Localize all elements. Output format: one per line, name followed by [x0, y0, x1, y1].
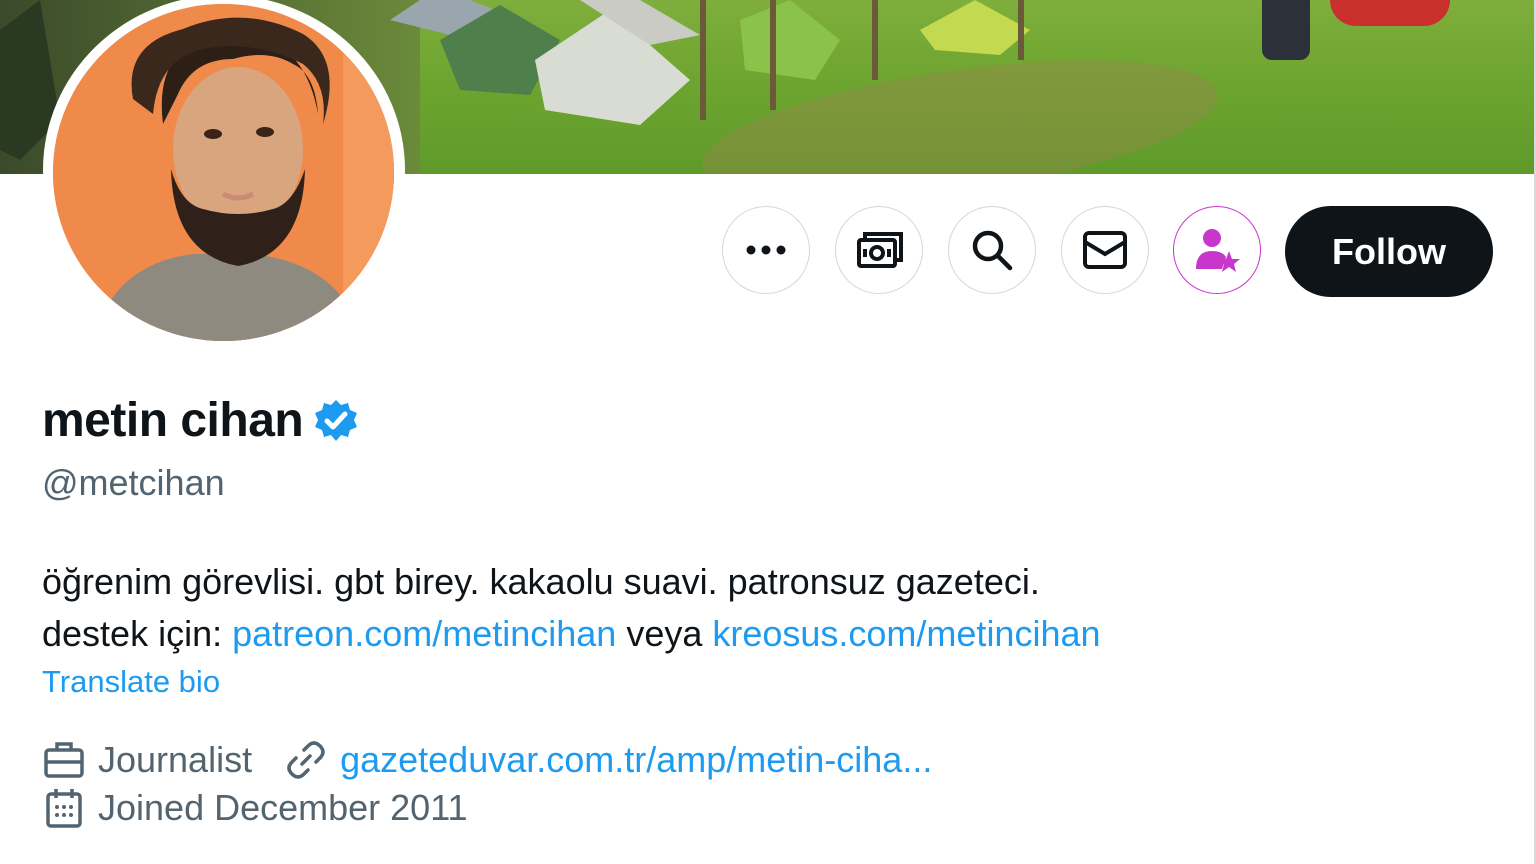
more-button[interactable] — [722, 206, 810, 294]
avatar-image — [53, 4, 394, 341]
avatar[interactable] — [53, 4, 394, 341]
kreosus-link[interactable]: kreosus.com/metincihan — [712, 613, 1100, 654]
profile-name-row: metin cihan — [42, 393, 359, 448]
website-link[interactable]: gazeteduvar.com.tr/amp/metin-ciha... — [340, 739, 932, 781]
translate-bio-link[interactable]: Translate bio — [42, 664, 220, 700]
verified-badge-icon — [315, 399, 358, 441]
subscribe-person-star-icon — [1196, 229, 1240, 272]
bio-line-1: öğrenim görevlisi. gbt birey. kakaolu su… — [42, 561, 1040, 602]
link-icon — [284, 738, 328, 782]
tip-button[interactable] — [835, 206, 923, 294]
briefcase-icon — [42, 738, 86, 782]
mail-icon — [1083, 231, 1127, 269]
bio-conjunction: veya — [616, 613, 713, 654]
more-icon — [746, 245, 786, 255]
calendar-icon — [42, 786, 86, 830]
bio-prefix: destek için: — [42, 613, 233, 654]
profession-text: Journalist — [98, 739, 253, 780]
search-button[interactable] — [948, 206, 1036, 294]
profile-meta-row: Journalist gazeteduvar.com.tr/amp/metin-… — [42, 738, 932, 782]
follow-button[interactable]: Follow — [1285, 206, 1493, 297]
profile-handle: @metcihan — [42, 462, 225, 503]
subscribe-button[interactable] — [1173, 206, 1261, 294]
message-button[interactable] — [1061, 206, 1149, 294]
profile-name: metin cihan — [42, 394, 304, 447]
bio-line-2: destek için: patreon.com/metincihan veya… — [42, 608, 1101, 660]
joined-row: Joined December 2011 — [42, 786, 468, 830]
patreon-link[interactable]: patreon.com/metincihan — [232, 613, 616, 654]
profile-bio: öğrenim görevlisi. gbt birey. kakaolu su… — [42, 556, 1101, 660]
search-icon — [972, 230, 1013, 271]
joined-date: Joined December 2011 — [98, 787, 468, 828]
tip-money-icon — [857, 232, 903, 268]
